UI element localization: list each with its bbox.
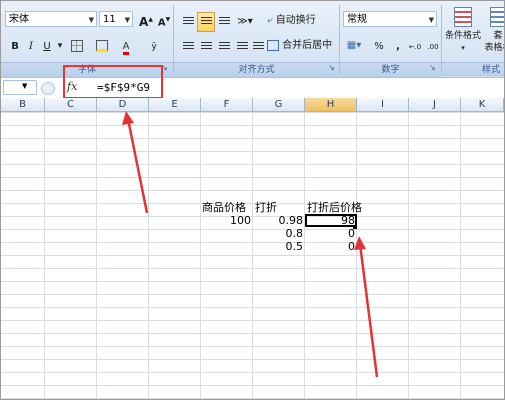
annotation-arrows [122, 111, 379, 378]
arrow-to-formula [122, 111, 149, 214]
arrow-to-results [354, 236, 379, 378]
excel-window: 宋体 ▼ 11 ▼ A▲ A▼ B I U ▾ A ȳ ≫▾ ⤶ 自动换行 合并… [0, 0, 505, 400]
